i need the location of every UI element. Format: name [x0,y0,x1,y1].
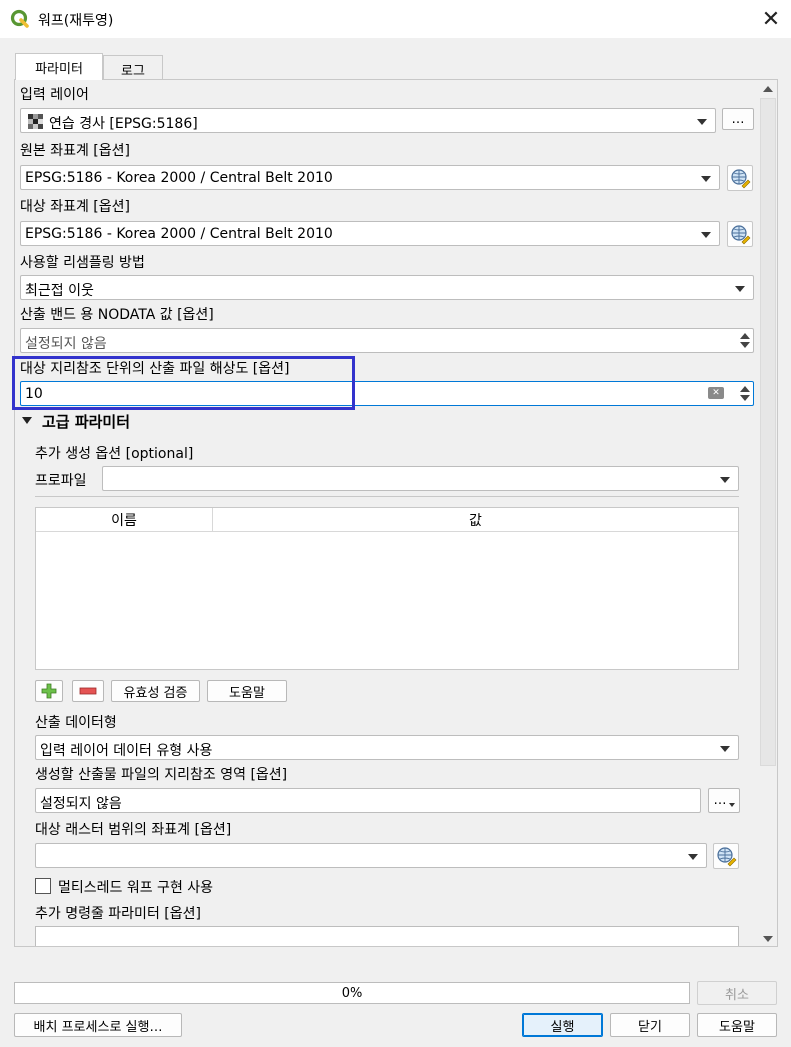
chevron-down-icon [701,232,711,238]
source-crs-label: 원본 좌표계 [옵션] [20,143,130,159]
highlight-box [12,356,355,410]
input-layer-browse-button[interactable]: … [722,108,754,130]
clear-icon[interactable]: ✕ [708,387,724,399]
resampling-label: 사용할 리샘플링 방법 [20,255,145,271]
tab-parameters[interactable]: 파라미터 [15,53,103,80]
target-crs-label: 대상 좌표계 [옵션] [20,199,130,215]
scroll-up-icon[interactable] [763,86,773,92]
extent-field[interactable]: 설정되지 않음 [35,788,701,813]
extent-browse-button[interactable]: … [708,788,740,813]
divider [35,496,739,497]
input-layer-value: 연습 경사 [EPSG:5186] [49,116,198,132]
extent-value: 설정되지 않음 [40,796,122,812]
help-button[interactable]: 도움말 [697,1013,777,1037]
chevron-down-icon [688,854,698,860]
raster-layer-icon [28,114,43,129]
nodata-label: 산출 밴드 용 NODATA 값 [옵션] [20,307,214,323]
extent-crs-label: 대상 래스터 범위의 좌표계 [옵션] [35,822,232,838]
collapse-triangle-icon[interactable] [22,417,32,424]
scroll-down-icon[interactable] [763,936,773,942]
output-type-label: 산출 데이터형 [35,715,117,731]
chevron-down-icon [720,746,730,752]
remove-row-button[interactable] [72,680,104,702]
chevron-down-icon [701,176,711,182]
source-crs-value: EPSG:5186 - Korea 2000 / Central Belt 20… [25,170,333,186]
spin-arrows-icon[interactable] [737,329,753,352]
column-header-name[interactable]: 이름 [36,508,213,532]
source-crs-select-button[interactable] [727,165,753,191]
batch-process-button[interactable]: 배치 프로세스로 실행… [14,1013,182,1037]
target-crs-value: EPSG:5186 - Korea 2000 / Central Belt 20… [25,226,333,242]
qgis-logo-icon [10,9,29,28]
cancel-button[interactable]: 취소 [697,981,777,1005]
scrollbar-thumb[interactable] [760,98,776,766]
progress-text: 0% [341,985,363,1001]
spin-arrows-icon[interactable] [737,382,753,405]
extent-crs-select-button[interactable] [713,843,739,869]
extent-label: 생성할 산출물 파일의 지리참조 영역 [옵션] [35,767,288,783]
creation-options-label: 추가 생성 옵션 [optional] [35,446,194,462]
add-row-button[interactable] [35,680,63,702]
column-header-value[interactable]: 값 [213,508,738,532]
output-type-value: 입력 레이어 데이터 유형 사용 [40,743,213,759]
target-crs-combo[interactable]: EPSG:5186 - Korea 2000 / Central Belt 20… [20,221,720,246]
chevron-down-icon [697,119,707,125]
run-button[interactable]: 실행 [522,1013,603,1037]
validate-button[interactable]: 유효성 검증 [111,680,200,702]
globe-crs-icon [731,225,751,245]
input-layer-combo[interactable]: 연습 경사 [EPSG:5186] [20,108,716,133]
plus-icon [41,683,57,699]
creation-options-table[interactable]: 이름 값 [35,507,739,670]
globe-crs-icon [717,847,737,867]
window-title: 워프(재투영) [38,13,114,29]
advanced-header[interactable]: 고급 파라미터 [42,411,130,432]
chevron-down-icon [728,802,735,807]
minus-icon [79,687,97,695]
progress-bar: 0% [14,982,690,1004]
extra-cmd-input[interactable] [35,926,739,946]
input-layer-label: 입력 레이어 [20,87,89,103]
nodata-spinbox[interactable]: 설정되지 않음 [20,328,754,353]
resampling-combo[interactable]: 최근접 이웃 [20,275,754,300]
source-crs-combo[interactable]: EPSG:5186 - Korea 2000 / Central Belt 20… [20,165,720,190]
nodata-value: 설정되지 않음 [25,336,107,352]
options-help-button[interactable]: 도움말 [207,680,287,702]
tab-log[interactable]: 로그 [103,55,163,79]
multithread-checkbox[interactable] [35,878,51,894]
title-bar [0,0,791,38]
chevron-down-icon [720,477,730,483]
chevron-down-icon [735,286,745,292]
target-crs-select-button[interactable] [727,221,753,247]
extra-cmd-label: 추가 명령줄 파라미터 [옵션] [35,906,201,922]
multithread-label: 멀티스레드 워프 구현 사용 [58,880,214,896]
extent-browse-label: … [713,793,727,808]
close-icon[interactable]: ✕ [756,4,786,34]
profile-combo[interactable] [102,466,739,491]
extent-crs-combo[interactable] [35,843,707,868]
close-button[interactable]: 닫기 [610,1013,690,1037]
resampling-value: 최근접 이웃 [25,283,94,299]
output-type-combo[interactable]: 입력 레이어 데이터 유형 사용 [35,735,739,760]
globe-crs-icon [731,169,751,189]
profile-label: 프로파일 [35,473,87,489]
